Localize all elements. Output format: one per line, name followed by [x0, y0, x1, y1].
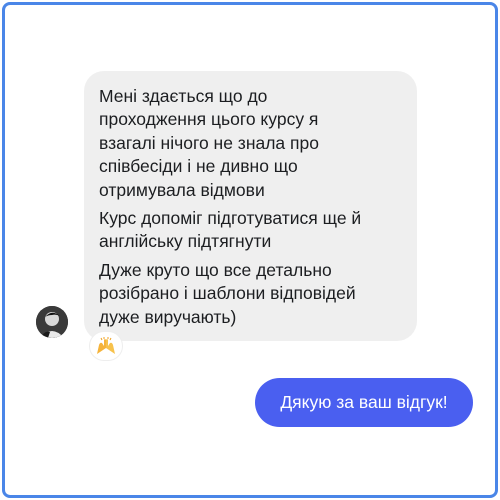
message-paragraph: Мені здається що до проходження цього ку… [99, 86, 319, 200]
message-reaction[interactable] [89, 331, 123, 361]
avatar-photo-icon [36, 306, 68, 338]
sender-avatar[interactable] [36, 306, 68, 338]
incoming-message-bubble[interactable]: Мені здається що до проходження цього ку… [84, 71, 417, 341]
outgoing-message-bubble[interactable]: Дякую за ваш відгук! [255, 378, 473, 427]
outgoing-message-text: Дякую за ваш відгук! [280, 392, 448, 412]
message-paragraph: Курс допоміг підготуватися ще й англійсь… [99, 208, 362, 252]
message-paragraph: Дуже круто що все детально розібрано і ш… [99, 259, 356, 327]
raising-hands-icon [97, 337, 115, 354]
